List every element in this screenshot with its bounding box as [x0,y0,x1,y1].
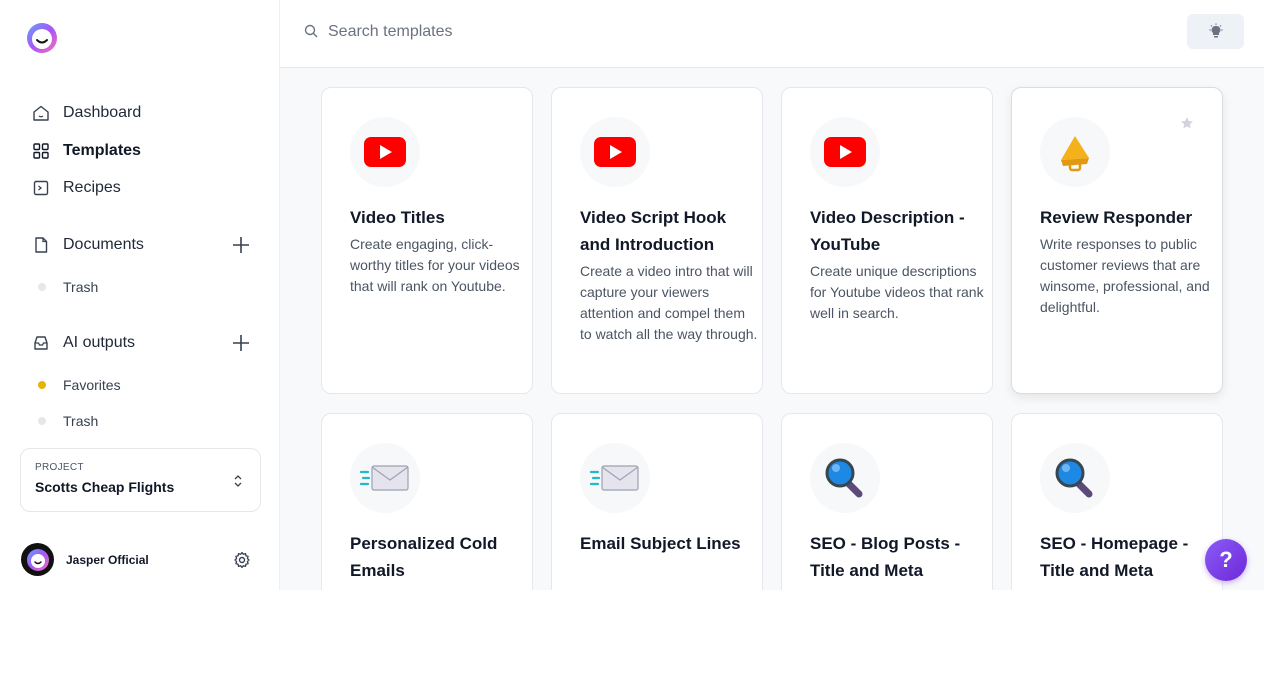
magnifier-icon [810,443,880,513]
nav-documents-label: Documents [63,236,144,253]
gear-icon [234,551,250,569]
template-card-review-responder[interactable]: Review Responder Write responses to publ… [1011,87,1223,394]
nav-dashboard[interactable]: Dashboard [32,101,141,125]
ai-outputs-trash[interactable]: Trash [38,411,98,431]
project-selector[interactable]: PROJECT Scotts Cheap Flights [20,448,261,512]
card-title: Review Responder Write responses to publ… [1040,204,1220,318]
megaphone-icon [1040,117,1110,187]
sidebar: Dashboard Templates Recipes Documents Tr… [0,0,280,590]
document-icon [32,236,50,254]
nav-ai-outputs[interactable]: AI outputs [32,331,135,355]
envelope-icon [350,443,420,513]
trash-dot-icon [38,417,46,425]
nav-dashboard-label: Dashboard [63,104,142,121]
lightbulb-icon [1209,23,1222,37]
favorites-label: Favorites [63,377,121,393]
templates-grid: Video Titles Create engaging, click-wort… [280,68,1264,590]
template-card-seo-homepage[interactable]: SEO - Homepage - Title and Meta [1011,413,1223,590]
template-card-seo-blog-posts[interactable]: SEO - Blog Posts - Title and Meta [781,413,993,590]
jasper-logo-icon[interactable] [24,22,60,54]
template-card-personalized-cold-emails[interactable]: Personalized Cold Emails [321,413,533,590]
chevron-up-down-icon [234,475,242,487]
grid-icon [32,142,50,160]
plus-icon [233,335,249,351]
avatar [21,543,54,576]
nav-documents[interactable]: Documents [32,233,144,257]
ai-outputs-trash-label: Trash [63,413,99,429]
terminal-icon [32,179,50,197]
nav-recipes-label: Recipes [63,179,121,196]
nav-ai-outputs-label: AI outputs [63,334,136,351]
lightbulb-button[interactable] [1187,14,1244,49]
card-title: Email Subject Lines [580,534,741,553]
template-card-video-script-hook[interactable]: Video Script Hook and Introduction Creat… [551,87,763,394]
template-card-video-titles[interactable]: Video Titles Create engaging, click-wort… [321,87,533,394]
help-button[interactable]: ? [1205,539,1247,581]
card-description: Create engaging, click-worthy titles for… [350,236,520,294]
user-profile[interactable]: Jasper Official [21,543,149,576]
card-title: Video Script Hook and Introduction Creat… [580,204,760,345]
project-label: PROJECT [35,462,84,473]
card-title: Video Titles Create engaging, click-wort… [350,204,530,297]
add-ai-output-button[interactable] [231,333,251,353]
favorites-dot-icon [38,381,46,389]
card-description: Create a video intro that will capture y… [580,263,758,342]
template-card-email-subject-lines[interactable]: Email Subject Lines [551,413,763,590]
documents-trash[interactable]: Trash [38,277,98,297]
trash-dot-icon [38,283,46,291]
magnifier-icon [1040,443,1110,513]
documents-trash-label: Trash [63,279,99,295]
add-document-button[interactable] [231,235,251,255]
search-input[interactable] [328,18,728,46]
card-title: Personalized Cold Emails [350,534,498,580]
card-title: SEO - Homepage - Title and Meta [1040,534,1189,580]
card-description: Create unique descriptions for Youtube v… [810,263,984,321]
card-title: Video Description - YouTube Create uniqu… [810,204,990,324]
card-title: SEO - Blog Posts - Title and Meta [810,534,961,580]
search-icon [304,24,318,38]
envelope-icon [580,443,650,513]
youtube-icon [580,117,650,187]
inbox-icon [32,334,50,352]
top-bar [280,0,1264,68]
template-card-video-description[interactable]: Video Description - YouTube Create uniqu… [781,87,993,394]
ai-outputs-favorites[interactable]: Favorites [38,375,121,395]
youtube-icon [350,117,420,187]
star-icon[interactable] [1180,116,1194,130]
youtube-icon [810,117,880,187]
plus-icon [233,237,249,253]
nav-recipes[interactable]: Recipes [32,176,121,200]
app-window: Dashboard Templates Recipes Documents Tr… [0,0,1264,590]
user-name: Jasper Official [66,552,149,567]
project-name: Scotts Cheap Flights [35,479,175,495]
nav-templates[interactable]: Templates [32,139,141,163]
settings-button[interactable] [233,551,251,569]
card-description: Write responses to public customer revie… [1040,236,1210,315]
home-icon [32,104,50,122]
nav-templates-label: Templates [63,142,141,159]
